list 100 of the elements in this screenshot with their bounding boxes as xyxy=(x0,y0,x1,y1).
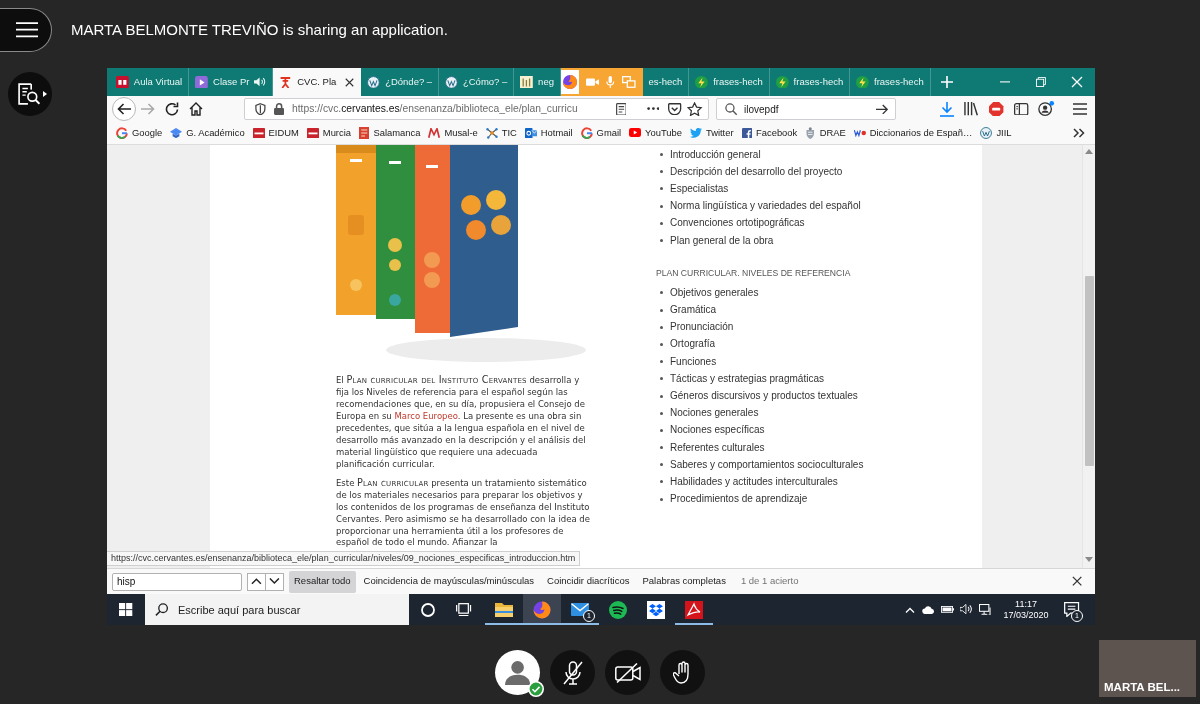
taskbar-search-field[interactable]: Escribe aquí para buscar xyxy=(145,594,409,625)
match-count: 1 de 1 acierto xyxy=(740,574,799,589)
bookmark-link[interactable]: JIIL xyxy=(980,125,1012,141)
toc-link[interactable]: Habilidades y actitudes interculturales xyxy=(670,475,838,488)
save-to-list-button[interactable] xyxy=(667,100,683,118)
bullet-icon xyxy=(660,360,663,364)
clock-time: 11:17 xyxy=(1015,598,1037,610)
menu-button[interactable] xyxy=(0,8,52,52)
raise-hand-button[interactable] xyxy=(660,650,705,695)
bookmark-link[interactable]: Facebook xyxy=(741,125,798,141)
next-match-button[interactable] xyxy=(265,572,284,591)
bullet-icon xyxy=(660,308,663,312)
logo-mark-icon xyxy=(853,128,866,138)
find-option-toggle[interactable]: Resaltar todo xyxy=(289,570,356,593)
toc-link[interactable]: Gramática xyxy=(670,304,717,317)
browser-tab[interactable]: CVC. Pla xyxy=(273,68,362,96)
toc-link[interactable]: Nociones generales xyxy=(670,407,759,420)
bookmark-link[interactable]: Murcia xyxy=(306,125,351,141)
crest-icon xyxy=(805,127,816,139)
folder-icon xyxy=(495,602,513,617)
close-tab-button[interactable] xyxy=(345,77,355,87)
bookmark-link[interactable]: DRAE xyxy=(805,125,846,141)
scrollbar-thumb[interactable] xyxy=(1084,276,1094,466)
banner-icon xyxy=(252,127,265,139)
sidebar-icon xyxy=(1014,102,1029,116)
bookmark-link[interactable]: EIDUM xyxy=(252,125,299,141)
mail-icon xyxy=(571,603,589,616)
circle-logo-icon xyxy=(367,75,381,89)
home-icon xyxy=(189,102,203,116)
lock-icon xyxy=(273,103,284,115)
reader-view-icon xyxy=(615,102,627,116)
bookmark-link[interactable]: Google xyxy=(116,125,163,141)
bookmark-link[interactable]: Salamanca xyxy=(358,125,421,141)
toc-link[interactable]: Referentes culturales xyxy=(670,441,765,454)
microphone-off-icon xyxy=(562,660,583,685)
bookmark-link[interactable]: Musal-e xyxy=(428,125,478,141)
back-button[interactable] xyxy=(112,97,136,121)
play-icon xyxy=(629,128,642,138)
toc-link[interactable]: Norma lingüística y variedades del español xyxy=(670,200,861,213)
stop-sign-icon xyxy=(989,101,1004,117)
message-icon xyxy=(1064,601,1080,618)
toc-link[interactable]: Ortografía xyxy=(670,338,716,351)
arrow-right-icon xyxy=(875,103,889,115)
toc-link[interactable]: Descripción del desarrollo del proyecto xyxy=(670,165,843,178)
camera-button[interactable] xyxy=(605,650,650,695)
body-paragraph: El Plan curricular del Instituto Cervantes desarrolla y fija los Niveles de referencia para el español según las recomendaciones que, en su día, propusiera el Consejo de Europa en su Marco Europeo. La presente es una obra sin precedentes, que sitúa a la lengua española en el nivel de desarrollo más avanzado en la descripción y el análisis del material lingüístico que requiere una adecuada planificación curricular. xyxy=(336,375,587,471)
microphone-icon xyxy=(606,76,615,88)
toc-link[interactable]: Pronunciación xyxy=(670,321,734,334)
toc-link[interactable]: Procedimientos de aprendizaje xyxy=(670,493,808,506)
inline-link[interactable]: Marco Europeo xyxy=(394,410,458,421)
close-icon xyxy=(345,77,355,87)
side-panel-button[interactable] xyxy=(8,72,52,116)
scroll-down-icon[interactable] xyxy=(1085,557,1093,562)
diamond-tile-icon xyxy=(647,600,665,619)
toc-link[interactable]: Especialistas xyxy=(670,182,729,195)
bolt-icon xyxy=(856,75,870,89)
reader-view-button[interactable] xyxy=(613,100,629,118)
scroll-up-icon[interactable] xyxy=(1085,149,1093,154)
library-icon xyxy=(964,102,979,116)
find-option-toggle[interactable]: Coincidir diacríticos xyxy=(542,570,635,593)
minimize-icon xyxy=(999,81,1011,83)
bookmark-star-button[interactable] xyxy=(687,100,703,118)
reload-icon xyxy=(165,102,179,116)
web-search-field[interactable]: ilovepdf xyxy=(716,98,896,120)
bookmark-link[interactable]: Gmail xyxy=(580,125,622,141)
address-field[interactable]: https://cvc.cervantes.es/ensenanza/biblioteca_ele/plan_curricu xyxy=(244,98,709,120)
toc-link[interactable]: Géneros discursivos y productos textuales xyxy=(670,390,858,403)
toc-link[interactable]: Tácticas y estrategias pragmáticas xyxy=(670,372,824,385)
microphone-button[interactable] xyxy=(550,650,595,695)
toc-link[interactable]: Introducción general xyxy=(670,148,761,161)
toc-link[interactable]: Objetivos generales xyxy=(670,286,759,299)
bookmark-link[interactable]: Twitter xyxy=(689,125,734,141)
square-logo-icon xyxy=(741,127,753,139)
bookmark-link[interactable]: YouTube xyxy=(629,125,682,141)
bookmark-link[interactable]: Hotmail xyxy=(524,125,573,141)
previous-match-button[interactable] xyxy=(247,572,266,591)
toc-link[interactable]: Saberes y comportamientos socioculturales xyxy=(670,458,864,471)
windows-logo-icon xyxy=(119,602,133,617)
bolt-icon xyxy=(695,75,709,89)
more-bookmarks-button[interactable] xyxy=(1073,128,1085,138)
toc-link[interactable]: Convenciones ortotipográficas xyxy=(670,217,805,230)
toc-link[interactable]: Funciones xyxy=(670,355,717,368)
find-option-toggle[interactable]: Coincidencia de mayúsculas/minúsculas xyxy=(358,570,540,593)
circle-logo-icon xyxy=(445,75,458,89)
person-icon xyxy=(504,659,531,686)
bookmark-link[interactable]: Diccionarios de Españ… xyxy=(853,125,973,141)
chevron-shield-icon xyxy=(668,102,682,116)
search-icon xyxy=(725,103,738,116)
bullet-icon xyxy=(660,153,663,157)
find-option-toggle[interactable]: Palabras completas xyxy=(637,570,731,593)
bookmark-link[interactable]: G. Académico xyxy=(170,125,245,141)
cloud-icon xyxy=(922,605,935,614)
toc-link[interactable]: Plan general de la obra xyxy=(670,234,774,247)
graduation-cap-icon xyxy=(170,127,183,139)
restore-icon xyxy=(1036,77,1046,87)
find-field[interactable]: hisp xyxy=(112,572,242,591)
bookmark-link[interactable]: TIC xyxy=(485,125,517,141)
browser-icon xyxy=(533,600,551,619)
menu-icon xyxy=(15,22,38,38)
toc-link[interactable]: Nociones específicas xyxy=(670,424,765,437)
